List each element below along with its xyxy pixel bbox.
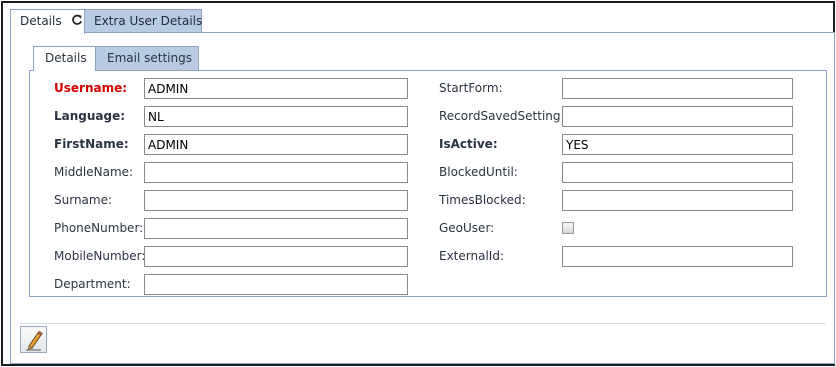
toolbar-separator bbox=[20, 323, 826, 324]
user-details-window: Details Extra User Details Details Email… bbox=[1, 1, 835, 366]
details-tab-panel: Details Email settings Username: Language… bbox=[10, 32, 835, 364]
surname-label: Surname: bbox=[54, 193, 113, 207]
times-blocked-label: TimesBlocked: bbox=[439, 193, 526, 207]
username-field[interactable] bbox=[144, 78, 408, 99]
times-blocked-field[interactable] bbox=[562, 190, 793, 211]
edit-button[interactable] bbox=[20, 326, 47, 353]
middle-name-field[interactable] bbox=[144, 162, 408, 183]
external-id-label: ExternalId: bbox=[439, 249, 504, 263]
inner-tab-details[interactable]: Details bbox=[33, 46, 96, 71]
is-active-label: IsActive: bbox=[439, 137, 498, 151]
department-label: Department: bbox=[54, 277, 131, 291]
blocked-until-label: BlockedUntil: bbox=[439, 165, 518, 179]
inner-tab-email-settings[interactable]: Email settings bbox=[95, 46, 199, 70]
username-label: Username: bbox=[54, 81, 128, 95]
phone-number-label: PhoneNumber: bbox=[54, 221, 144, 235]
tab-extra-user-details[interactable]: Extra User Details bbox=[84, 9, 202, 33]
language-field[interactable] bbox=[144, 106, 408, 127]
start-form-field[interactable] bbox=[562, 78, 793, 99]
tab-details-label: Details bbox=[20, 14, 62, 28]
mobile-number-label: MobileNumber: bbox=[54, 249, 146, 263]
user-form: Username: Language: FirstName: MiddleName: S… bbox=[29, 70, 827, 297]
blocked-until-field[interactable] bbox=[562, 162, 793, 183]
geo-user-checkbox[interactable] bbox=[562, 222, 574, 234]
inner-tab-email-settings-label: Email settings bbox=[107, 51, 192, 65]
language-label: Language: bbox=[54, 109, 126, 123]
geo-user-label: GeoUser: bbox=[439, 221, 495, 235]
tab-details[interactable]: Details bbox=[10, 9, 85, 34]
inner-tab-details-label: Details bbox=[45, 51, 87, 65]
tab-extra-user-details-label: Extra User Details bbox=[94, 14, 203, 28]
start-form-label: StartForm: bbox=[439, 81, 503, 95]
external-id-field[interactable] bbox=[562, 246, 793, 267]
record-saved-setting-label: RecordSavedSetting: bbox=[439, 109, 565, 123]
mobile-number-field[interactable] bbox=[144, 246, 408, 267]
refresh-icon[interactable] bbox=[71, 11, 83, 33]
pencil-icon bbox=[26, 330, 43, 351]
first-name-field[interactable] bbox=[144, 134, 408, 155]
first-name-label: FirstName: bbox=[54, 137, 129, 151]
middle-name-label: MiddleName: bbox=[54, 165, 134, 179]
department-field[interactable] bbox=[144, 274, 408, 295]
phone-number-field[interactable] bbox=[144, 218, 408, 239]
record-saved-setting-field[interactable] bbox=[562, 106, 793, 127]
surname-field[interactable] bbox=[144, 190, 408, 211]
is-active-field[interactable] bbox=[562, 134, 793, 155]
